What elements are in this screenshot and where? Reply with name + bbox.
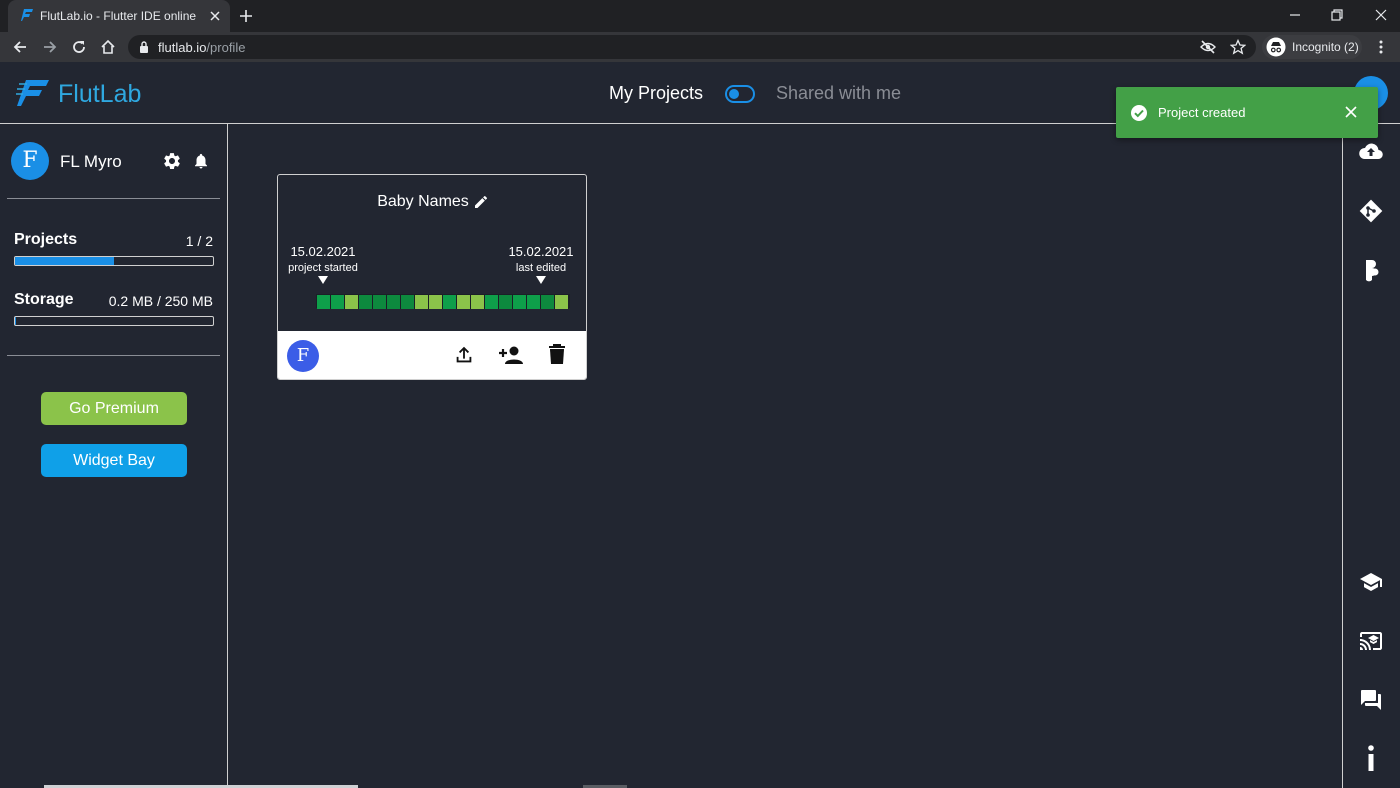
check-circle-icon	[1130, 104, 1148, 122]
activity-cell	[499, 295, 513, 309]
storage-progress-bar	[14, 316, 214, 326]
activity-cell	[387, 295, 401, 309]
project-card-footer: F	[278, 331, 586, 379]
reload-icon[interactable]	[71, 39, 87, 55]
activity-cell	[373, 295, 387, 309]
project-started-date: 15.02.2021	[290, 244, 356, 259]
browser-tab-bar: FlutLab.io - Flutter IDE online	[0, 0, 1400, 32]
go-premium-button[interactable]: Go Premium	[41, 392, 187, 425]
activity-cell	[429, 295, 443, 309]
sidebar: F FL Myro Projects 1 / 2 Storage 0.2 MB …	[0, 124, 228, 788]
projects-label: Projects	[14, 231, 78, 248]
activity-cell	[541, 295, 555, 309]
project-title-row: Baby Names	[278, 193, 586, 211]
forum-icon[interactable]	[1358, 688, 1384, 712]
project-started-label: project started	[288, 262, 358, 274]
flutlab-logo-icon[interactable]	[16, 78, 50, 108]
last-edited-date: 15.02.2021	[508, 244, 574, 259]
activity-cell	[443, 295, 457, 309]
figma-icon[interactable]	[1358, 258, 1384, 284]
activity-cell	[345, 295, 359, 309]
last-edited-label: last edited	[515, 262, 567, 274]
nav-shared-with-me[interactable]: Shared with me	[776, 83, 901, 104]
activity-cell	[555, 295, 569, 309]
cast-for-education-icon[interactable]	[1358, 629, 1384, 653]
divider	[7, 198, 220, 199]
home-icon[interactable]	[100, 39, 116, 55]
bell-icon[interactable]	[192, 151, 210, 171]
project-name[interactable]: Baby Names	[377, 193, 469, 211]
edited-marker	[536, 276, 546, 284]
activity-cell	[471, 295, 485, 309]
activity-cell	[513, 295, 527, 309]
activity-cell	[359, 295, 373, 309]
activity-cell	[527, 295, 541, 309]
incognito-icon	[1266, 37, 1286, 57]
activity-cell	[331, 295, 345, 309]
project-card[interactable]: Baby Names 15.02.2021 project started 15…	[277, 174, 587, 380]
trash-icon[interactable]	[548, 344, 566, 366]
activity-cell	[415, 295, 429, 309]
cloud-upload-icon[interactable]	[1358, 140, 1384, 164]
activity-cell	[401, 295, 415, 309]
storage-label: Storage	[14, 291, 74, 308]
minimize-icon[interactable]	[1286, 6, 1304, 24]
start-marker	[318, 276, 328, 284]
gear-icon[interactable]	[162, 151, 182, 171]
new-tab-icon[interactable]	[238, 8, 254, 24]
lock-icon	[138, 41, 150, 53]
user-name: FL Myro	[60, 152, 122, 171]
nav-my-projects[interactable]: My Projects	[609, 83, 703, 104]
toast-notification: Project created	[1116, 87, 1378, 138]
owner-avatar[interactable]: F	[287, 340, 319, 372]
activity-strip	[316, 294, 570, 309]
tab-close-icon[interactable]	[208, 9, 222, 23]
activity-cell	[457, 295, 471, 309]
add-person-icon[interactable]	[498, 344, 524, 366]
toast-message: Project created	[1158, 105, 1246, 120]
eye-off-icon[interactable]	[1200, 39, 1216, 55]
school-icon[interactable]	[1358, 570, 1384, 594]
incognito-indicator[interactable]: Incognito (2)	[1262, 35, 1362, 59]
git-icon[interactable]	[1358, 198, 1384, 224]
activity-cell	[485, 295, 499, 309]
widget-bay-button[interactable]: Widget Bay	[41, 444, 187, 477]
back-icon[interactable]	[12, 39, 28, 55]
projects-value: 1 / 2	[185, 233, 213, 249]
browser-menu-icon[interactable]	[1373, 39, 1389, 55]
window-close-icon[interactable]	[1372, 6, 1390, 24]
upload-icon[interactable]	[453, 344, 475, 366]
projects-progress-fill	[15, 257, 114, 265]
incognito-label: Incognito (2)	[1292, 40, 1359, 54]
browser-tab[interactable]: FlutLab.io - Flutter IDE online	[8, 0, 230, 32]
close-icon[interactable]	[1344, 105, 1358, 119]
url-text: flutlab.io/profile	[158, 40, 246, 55]
projects-progress-bar	[14, 256, 214, 266]
address-bar[interactable]: flutlab.io/profile	[128, 35, 1256, 59]
star-icon[interactable]	[1230, 39, 1246, 55]
storage-value: 0.2 MB / 250 MB	[108, 293, 213, 309]
pencil-icon[interactable]	[473, 194, 489, 210]
projects-toggle[interactable]	[725, 85, 755, 103]
toggle-knob	[729, 89, 739, 99]
info-icon[interactable]	[1362, 744, 1380, 772]
divider	[7, 355, 220, 356]
flutlab-favicon-icon	[20, 8, 34, 22]
tab-title: FlutLab.io - Flutter IDE online	[40, 9, 197, 23]
logo-text[interactable]: FlutLab	[58, 80, 141, 109]
restore-icon[interactable]	[1328, 6, 1346, 24]
activity-cell	[317, 295, 331, 309]
user-avatar[interactable]: F	[11, 142, 49, 180]
forward-icon[interactable]	[42, 39, 58, 55]
